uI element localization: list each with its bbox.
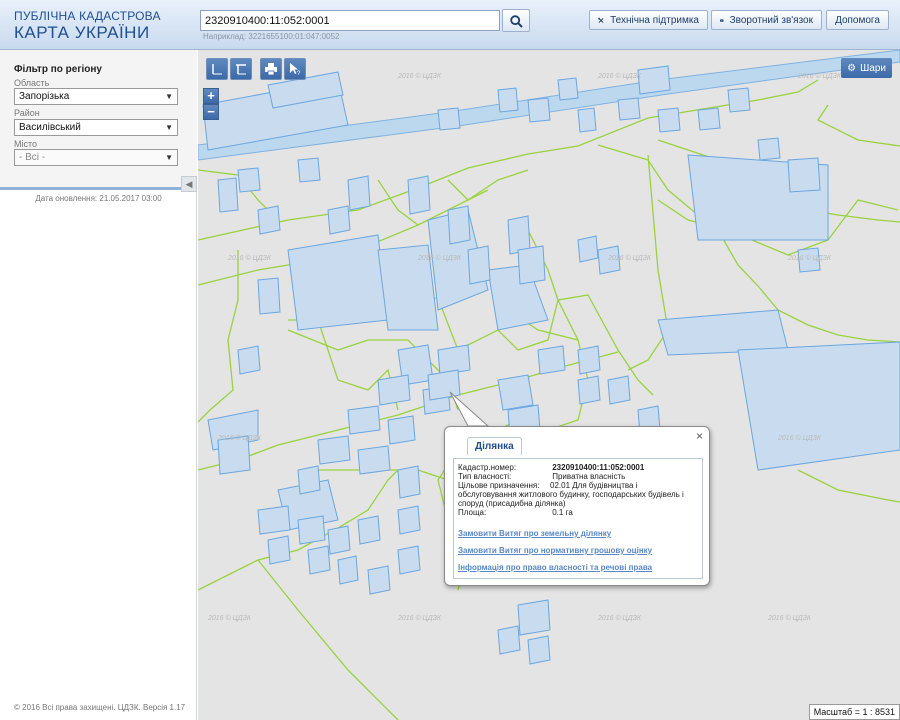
gear-icon: ⚙ [847,62,857,74]
chevron-down-icon: ▼ [165,123,173,132]
zoom-out-button[interactable]: − [203,104,219,120]
chevron-down-icon: ▼ [165,153,173,162]
watermark: 2016 © ЦДЗК [207,614,252,622]
watermark: 2016 © ЦДЗК [767,614,812,622]
area-value: 0.1 га [552,508,573,517]
chevron-down-icon: ▼ [165,92,173,101]
support-button[interactable]: Технічна підтримка [589,10,708,30]
area-ruler-icon [236,64,246,75]
map-canvas[interactable]: 2016 © ЦДЗК 2016 © ЦДЗК 2016 © ЦДЗК 2016… [198,50,900,720]
cadastral-number-row: Кадастр.номер: 2320910400:11:052:0001 [458,463,698,472]
watermark: 2016 © ЦДЗК [397,614,442,622]
watermark: 2016 © ЦДЗК [397,72,442,80]
parcel-popup: × Ділянка Кадастр.номер: 2320910400:11:0… [444,426,710,586]
measure-distance-button[interactable] [206,58,228,80]
tools-icon [598,17,604,23]
cursor-help-icon: ? [290,63,301,77]
support-label: Технічна підтримка [610,14,699,26]
scale-indicator: Масштаб = 1 : 8531 [808,704,900,720]
collapse-sidebar-button[interactable]: ◀ [181,176,197,192]
zoom-in-button[interactable]: + [203,88,219,104]
search-button[interactable] [502,9,530,32]
filter-title: Фільтр по регіону [14,64,102,75]
oblast-select[interactable]: Запорізька ▼ [14,88,178,105]
mail-icon [720,18,724,22]
rayon-select[interactable]: Василівський ▼ [14,119,178,136]
area-label: Площа: [458,508,487,517]
order-extract-link[interactable]: Замовити Витяг про земельну ділянку [458,529,698,538]
copyright: © 2016 Всі права захищені. ЦДЗК. Версія … [14,703,186,712]
search-example: Наприклад: 3221655100:01:047:0052 [203,32,340,41]
svg-text:?: ? [297,71,301,76]
cadastral-number-label: Кадастр.номер: [458,463,517,472]
watermark: 2016 © ЦДЗК [597,72,642,80]
layers-button[interactable]: ⚙ Шари [841,58,892,78]
purpose-row: Цільове призначення: 02.01 Для будівництв… [458,481,698,508]
help-button[interactable]: Допомога [826,10,889,30]
rayon-value: Василівський [19,122,81,133]
header: ПУБЛІЧНА КАДАСТРОВА КАРТА УКРАЇНИ Наприк… [0,0,900,50]
search-icon [510,15,523,28]
watermark: 2016 © ЦДЗК [217,434,262,442]
area-row: Площа: 0.1 га [458,508,698,517]
close-icon[interactable]: × [696,429,703,443]
watermark: 2016 © ЦДЗК [777,434,822,442]
rayon-label: Район [14,108,40,118]
ruler-icon [212,64,222,75]
logo-line1: ПУБЛІЧНА КАДАСТРОВА [14,9,161,23]
watermark: 2016 © ЦДЗК [797,72,842,80]
ownership-label: Тип власності: [458,472,512,481]
feedback-label: Зворотний зв'язок [729,14,813,26]
ownership-info-link[interactable]: Інформація про право власності та речові… [458,563,698,572]
identify-button[interactable]: ? [284,58,306,80]
update-date: Дата оновлення: 21.05.2017 03:00 [35,194,162,203]
search-input[interactable] [200,10,500,31]
oblast-value: Запорізька [19,91,70,102]
cadastral-map[interactable]: 2016 © ЦДЗК 2016 © ЦДЗК 2016 © ЦДЗК 2016… [198,50,900,720]
printer-icon [265,63,277,76]
ownership-value: Приватна власність [552,472,626,481]
misto-label: Місто [14,139,38,149]
layers-label: Шари [860,62,886,74]
sidebar: Фільтр по регіону Область Запорізька ▼ Р… [0,50,197,720]
cadastral-number-value: 2320910400:11:052:0001 [552,463,645,472]
watermark: 2016 © ЦДЗК [417,254,462,262]
feedback-button[interactable]: Зворотний зв'язок [711,10,822,30]
watermark: 2016 © ЦДЗК [227,254,272,262]
watermark: 2016 © ЦДЗК [597,614,642,622]
watermark: 2016 © ЦДЗК [787,254,832,262]
measure-area-button[interactable] [230,58,252,80]
watermark: 2016 © ЦДЗК [607,254,652,262]
logo[interactable]: ПУБЛІЧНА КАДАСТРОВА КАРТА УКРАЇНИ [14,10,161,41]
tab-parcel[interactable]: Ділянка [467,437,522,455]
order-valuation-link[interactable]: Замовити Витяг про нормативну грошову оц… [458,546,698,555]
popup-pointer [449,391,490,427]
purpose-label: Цільове призначення: [458,481,540,490]
parcel-info-panel: Кадастр.номер: 2320910400:11:052:0001 Ти… [453,458,703,579]
help-label: Допомога [835,14,880,26]
print-button[interactable] [260,58,282,80]
oblast-label: Область [14,78,50,88]
region-filter: Фільтр по регіону Область Запорізька ▼ Р… [0,50,197,190]
logo-line2: КАРТА УКРАЇНИ [14,23,150,42]
misto-select[interactable]: - Всі - ▼ [14,149,178,166]
ownership-row: Тип власності: Приватна власність [458,472,698,481]
misto-value: - Всі - [19,152,46,163]
